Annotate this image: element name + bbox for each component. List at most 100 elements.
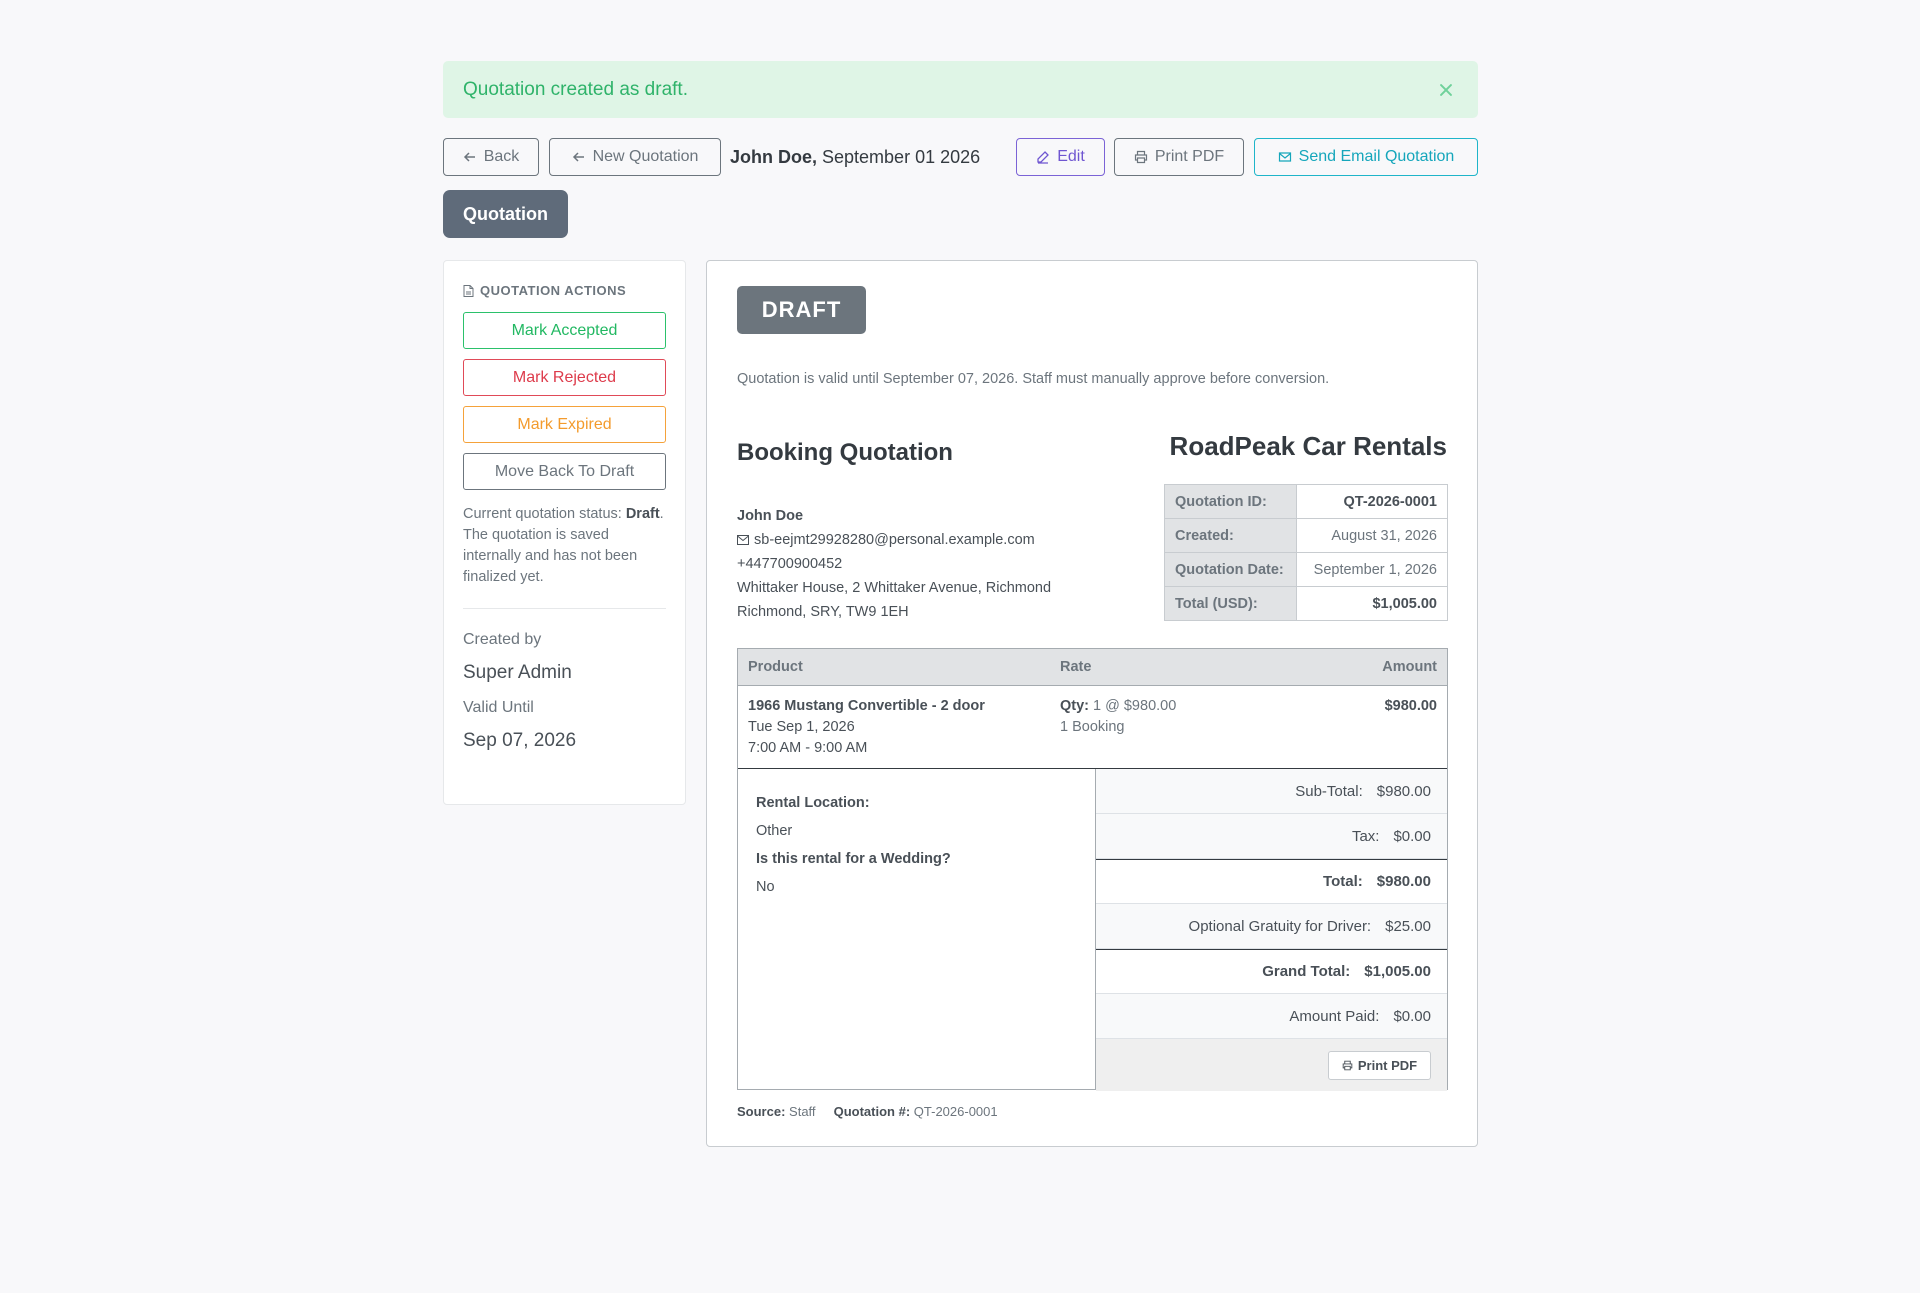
back-button[interactable]: Back [443,138,539,176]
tax-row: Tax: $0.00 [1096,814,1447,859]
customer-name: John Doe [737,508,804,524]
back-label: Back [483,148,520,165]
quotation-number-label: Quotation #: [833,1104,911,1119]
quotation-date: September 01 2026 [822,146,981,167]
envelope-icon [737,535,749,545]
created-by-value: Super Admin [463,662,572,683]
print-pdf-small-button[interactable]: Print PDF [1328,1050,1431,1080]
mark-expired-button[interactable]: Mark Expired [463,406,666,443]
edit-button[interactable]: Edit [1016,138,1105,176]
quotation-document: DRAFT Quotation is valid until September… [706,260,1478,1147]
totals-footer: Print PDF [1096,1039,1447,1091]
send-email-button[interactable]: Send Email Quotation [1254,138,1478,176]
created-value: August 31, 2026 [1296,518,1448,553]
arrow-left-icon [463,152,475,162]
envelope-icon [1278,152,1291,162]
qty-value: 1 @ $980.00 [1093,698,1177,714]
quotation-id-cell: QT-2026-0001 [1296,484,1448,519]
created-by-label: Created by [463,631,542,648]
table-row: Quotation Date: September 1, 2026 [1164,552,1448,587]
table-row: Total (USD): $1,005.00 [1164,586,1448,621]
status-value: Draft [625,506,660,522]
subtotal-value: $980.00 [1376,782,1431,800]
table-row: 1966 Mustang Convertible - 2 door Tue Se… [738,686,1447,769]
valid-until-value: Sep 07, 2026 [463,730,577,751]
customer-email: sb-eejmt29928280@personal.example.com [754,532,1035,548]
quotation-summary: Rental Location: Other Is this rental fo… [738,769,1447,1091]
grand-total-value: $1,005.00 [1364,963,1431,980]
document-footer: Source: Staff Quotation #: QT-2026-0001 [737,1104,998,1119]
gratuity-label: Optional Gratuity for Driver: [1188,917,1372,935]
qty-label: Qty: [1060,698,1089,714]
mark-accepted-button[interactable]: Mark Accepted [463,312,666,349]
toolbar: Back New Quotation John Doe, September 0… [443,138,1478,176]
column-header-rate: Rate [1060,659,1092,675]
source-label: Source: [737,1104,786,1119]
validity-note: Quotation is valid until September 07, 2… [737,371,1330,387]
product-cell: 1966 Mustang Convertible - 2 door Tue Se… [748,696,985,759]
rate-cell: Qty: 1 @ $980.00 1 Booking [1060,696,1176,738]
edit-label: Edit [1057,148,1085,165]
quotation-actions-sidebar: QUOTATION ACTIONS Mark Accepted Mark Rej… [443,260,686,805]
product-name: 1966 Mustang Convertible - 2 door [748,698,985,714]
document-title: Booking Quotation [737,439,953,466]
send-email-label: Send Email Quotation [1298,148,1455,165]
printer-icon [1342,1060,1353,1070]
move-back-to-draft-button[interactable]: Move Back To Draft [463,453,666,490]
product-time: 7:00 AM - 9:00 AM [748,740,868,756]
close-icon[interactable] [1434,78,1458,102]
created-label: Created: [1164,518,1297,553]
quotation-id-value: QT-2026-0001 [1343,493,1437,510]
arrow-left-icon [572,152,584,162]
company-name: RoadPeak Car Rentals [1169,431,1447,461]
tab-quotation[interactable]: Quotation [443,190,568,238]
page-container: Quotation created as draft. Back New Quo… [443,61,1478,1147]
column-header-product: Product [748,659,803,675]
total-usd-value: $1,005.00 [1372,595,1437,612]
table-row: Quotation ID: QT-2026-0001 [1164,484,1448,519]
table-row: Created: August 31, 2026 [1164,518,1448,553]
status-prefix: Current quotation status: [463,506,622,522]
amount-paid-value: $0.00 [1393,1007,1431,1025]
source-value: Staff [789,1104,816,1119]
status-description: Current quotation status: Draft. The quo… [463,504,666,609]
column-header-amount: Amount [1382,659,1437,675]
products-table: Product Rate Amount 1966 Mustang Convert… [737,648,1448,1091]
total-label: Total: [1323,873,1363,890]
customer-name: John Doe, [730,146,818,167]
customer-details: John Doe sb-eejmt29928280@personal.examp… [737,504,1051,624]
file-icon [463,284,474,297]
gratuity-row: Optional Gratuity for Driver: $25.00 [1096,904,1447,949]
totals-panel: Sub-Total: $980.00 Tax: $0.00 Total: $98… [1096,769,1447,1091]
customer-email-line: sb-eejmt29928280@personal.example.com [737,528,1051,552]
gratuity-value: $25.00 [1385,917,1431,935]
wedding-question-label: Is this rental for a Wedding? [756,851,951,867]
subtotal-label: Sub-Total: [1295,782,1363,800]
quotation-info-table: Quotation ID: QT-2026-0001 Created: Augu… [1164,484,1448,621]
print-pdf-small-label: Print PDF [1357,1057,1418,1073]
total-usd-cell: $1,005.00 [1296,586,1448,621]
grand-total-row: Grand Total: $1,005.00 [1096,949,1447,994]
tax-label: Tax: [1351,827,1380,845]
amount-paid-label: Amount Paid: [1289,1007,1380,1025]
products-table-header: Product Rate Amount [738,649,1447,686]
quotation-number-value: QT-2026-0001 [913,1104,998,1119]
total-value: $980.00 [1376,873,1431,890]
success-alert: Quotation created as draft. [443,61,1478,118]
grand-total-label: Grand Total: [1262,963,1351,980]
booking-count: 1 Booking [1060,719,1125,735]
amount-cell: $980.00 [1384,698,1437,714]
customer-date-heading: John Doe, September 01 2026 [730,138,980,176]
print-pdf-label: Print PDF [1154,148,1225,165]
mark-rejected-button[interactable]: Mark Rejected [463,359,666,396]
customer-phone: +447700900452 [737,556,843,572]
quotation-date-value: September 1, 2026 [1296,552,1448,587]
quotation-date-label: Quotation Date: [1164,552,1297,587]
amount-paid-row: Amount Paid: $0.00 [1096,994,1447,1039]
quotation-id-label: Quotation ID: [1164,484,1297,519]
new-quotation-button[interactable]: New Quotation [549,138,721,176]
sidebar-heading-text: QUOTATION ACTIONS [480,283,627,298]
alert-message: Quotation created as draft. [463,78,688,100]
edit-icon [1037,151,1050,164]
print-pdf-button[interactable]: Print PDF [1114,138,1244,176]
